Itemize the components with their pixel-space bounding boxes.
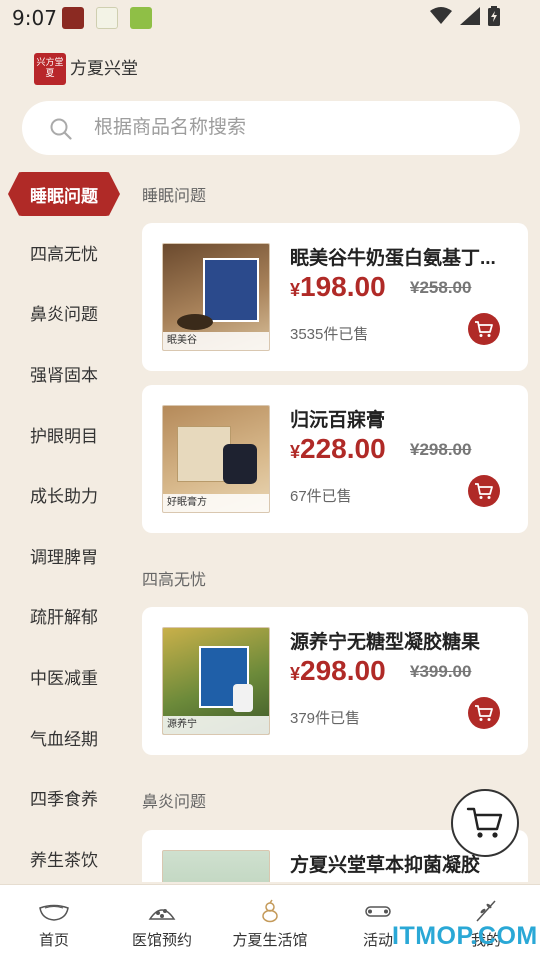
section-title: 鼻炎问题: [142, 794, 207, 811]
logo-mark: 兴方堂夏: [34, 53, 66, 85]
product-card[interactable]: 源养宁 源养宁无糖型凝胶糖果 ¥298.00 ¥399.00 379件已售: [142, 607, 528, 755]
nav-label: 方夏生活馆: [232, 932, 308, 949]
sidebar-item-seasonal[interactable]: 四季食养: [0, 775, 128, 819]
product-price: ¥228.00: [290, 433, 386, 465]
product-bottle: [233, 684, 253, 712]
app-notification-icon: [130, 7, 152, 29]
price-value: 298.00: [300, 655, 386, 686]
bowl-icon: [39, 904, 69, 921]
product-image-label: 眠美谷: [163, 332, 269, 350]
add-to-cart-button[interactable]: [468, 313, 500, 345]
product-image: [162, 850, 270, 882]
product-price: ¥198.00: [290, 271, 386, 303]
sidebar-item-four-highs[interactable]: 四高无忧: [0, 230, 128, 274]
section-title: 睡眠问题: [142, 188, 207, 205]
add-to-cart-button[interactable]: [468, 697, 500, 729]
nav-label: 首页: [38, 932, 69, 949]
product-name[interactable]: 源养宁无糖型凝胶糖果: [290, 627, 515, 654]
price-value: 228.00: [300, 433, 386, 464]
section-title: 四高无忧: [142, 572, 207, 589]
herb-pile-icon: [148, 909, 176, 920]
product-sold-count: 379件已售: [290, 710, 361, 727]
product-sold-count: 67件已售: [290, 488, 352, 505]
search-input[interactable]: [94, 101, 494, 155]
product-bowl: [177, 314, 213, 330]
battery-icon: [488, 6, 500, 26]
product-image: 眠美谷: [162, 243, 270, 351]
price-currency: ¥: [290, 664, 301, 684]
sidebar-item-eyes[interactable]: 护眼明目: [0, 412, 128, 456]
floating-cart-button[interactable]: [451, 789, 519, 857]
product-jar: [223, 444, 257, 484]
product-image-label: 好眠膏方: [163, 494, 269, 512]
sidebar-item-sleep[interactable]: 睡眠问题: [8, 172, 120, 216]
nav-item-lifestyle[interactable]: 方夏生活馆: [216, 885, 324, 960]
product-image: 好眠膏方: [162, 405, 270, 513]
brand-logo: 兴方堂夏 方夏兴堂: [34, 52, 138, 86]
product-price: ¥298.00: [290, 655, 386, 687]
branch-icon: [476, 900, 496, 922]
sidebar-item-blood[interactable]: 气血经期: [0, 715, 128, 759]
signal-icon: [460, 7, 480, 25]
price-currency: ¥: [290, 442, 301, 462]
nav-label: 医馆预约: [131, 932, 192, 949]
product-name[interactable]: 眠美谷牛奶蛋白氨基丁...: [290, 243, 515, 270]
app-notification-icon: [96, 7, 118, 29]
price-value: 198.00: [300, 271, 386, 302]
add-to-cart-button[interactable]: [468, 475, 500, 507]
search-bar[interactable]: [22, 101, 520, 155]
status-indicators: [430, 6, 500, 26]
product-card[interactable]: 眠美谷 眠美谷牛奶蛋白氨基丁... ¥198.00 ¥258.00 3535件已…: [142, 223, 528, 371]
product-card[interactable]: 好眠膏方 归沅百寐膏 ¥228.00 ¥298.00 67件已售: [142, 385, 528, 533]
nav-label: 活动: [362, 932, 393, 949]
gourd-icon: [262, 899, 278, 923]
product-box: [203, 258, 259, 322]
watermark: ITMOP.COM: [392, 922, 538, 950]
sidebar-item-liver[interactable]: 疏肝解郁: [0, 593, 128, 637]
product-image-label: 源养宁: [163, 716, 269, 734]
price-currency: ¥: [290, 280, 301, 300]
product-name[interactable]: 归沅百寐膏: [290, 405, 515, 432]
sidebar-item-tea[interactable]: 养生茶饮: [0, 836, 128, 880]
logo-text: 方夏兴堂: [70, 59, 138, 79]
product-original-price: ¥399.00: [410, 662, 472, 681]
status-bar: 9:07: [0, 0, 540, 36]
product-image: 源养宁: [162, 627, 270, 735]
sidebar-item-rhinitis[interactable]: 鼻炎问题: [0, 290, 128, 334]
status-time: 9:07: [12, 6, 57, 30]
sidebar-item-kidney[interactable]: 强肾固本: [0, 351, 128, 395]
sidebar-item-weight[interactable]: 中医减重: [0, 654, 128, 698]
brand-name: 方夏兴堂: [70, 59, 138, 79]
sidebar-item-growth[interactable]: 成长助力: [0, 472, 128, 516]
product-original-price: ¥298.00: [410, 440, 472, 459]
app-notification-icon: [62, 7, 84, 29]
product-original-price: ¥258.00: [410, 278, 472, 297]
product-sold-count: 3535件已售: [290, 326, 369, 343]
cart-icon: [475, 321, 493, 337]
nav-item-home[interactable]: 首页: [0, 885, 108, 960]
scroll-icon: [365, 906, 391, 917]
cart-icon: [475, 483, 493, 499]
search-icon: [50, 118, 72, 140]
wifi-icon: [430, 7, 452, 24]
nav-item-clinic[interactable]: 医馆预约: [108, 885, 216, 960]
cart-icon: [466, 807, 503, 838]
cart-icon: [475, 705, 493, 721]
sidebar-item-stomach[interactable]: 调理脾胃: [0, 533, 128, 577]
product-list[interactable]: 睡眠问题 眠美谷 眠美谷牛奶蛋白氨基丁... ¥198.00 ¥258.00 3…: [142, 170, 528, 882]
